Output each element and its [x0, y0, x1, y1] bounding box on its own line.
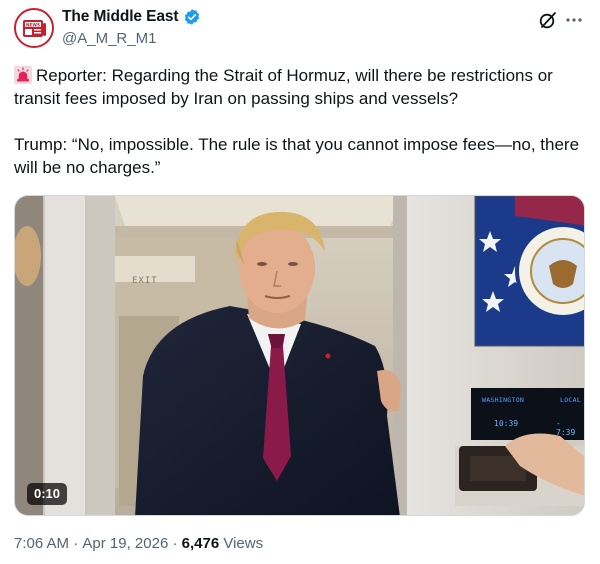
tweet-card: NEWS The Middle East @A_M_R_M1 Reporter:…: [0, 0, 600, 564]
exit-sign: EXIT: [132, 276, 158, 286]
tweet-paragraph-1: Reporter: Regarding the Strait of Hormuz…: [14, 64, 589, 110]
verified-badge-icon: [183, 8, 201, 26]
avatar-label: NEWS: [26, 22, 40, 27]
avatar[interactable]: NEWS: [14, 8, 54, 48]
clock-panel: WASHINGTON LOCAL 10:39 - 7:39: [478, 392, 584, 437]
more-icon[interactable]: [563, 9, 585, 31]
clock-left-time: 10:39: [494, 419, 519, 428]
views-label: Views: [219, 535, 264, 552]
video-duration-badge: 0:10: [27, 483, 68, 505]
display-name[interactable]: The Middle East: [62, 8, 179, 26]
clock-left-label: WASHINGTON: [482, 396, 525, 404]
tweet-meta: 7:06 AM · Apr 19, 2026 · 6,476 Views: [14, 535, 263, 552]
clock-right-time: - 7:39: [556, 419, 576, 437]
post-date[interactable]: Apr 19, 2026: [82, 535, 168, 552]
siren-icon: [14, 66, 32, 84]
handle[interactable]: @A_M_R_M1: [62, 30, 156, 47]
video-player[interactable]: EXIT WASHINGTON LOCAL 10:39 - 7:39 0:10: [14, 195, 585, 516]
clock-right-label: LOCAL: [560, 396, 582, 404]
post-time[interactable]: 7:06 AM: [14, 535, 69, 552]
tweet-paragraph-1-text: Reporter: Regarding the Strait of Hormuz…: [14, 66, 553, 108]
views-count[interactable]: 6,476: [182, 535, 220, 552]
author-name-row[interactable]: The Middle East: [62, 8, 201, 26]
grok-icon[interactable]: [537, 9, 559, 31]
meta-separator: ·: [168, 535, 182, 552]
video-frame: [15, 196, 584, 515]
tweet-text: Reporter: Regarding the Strait of Hormuz…: [14, 64, 589, 179]
news-logo-icon: NEWS: [16, 10, 52, 46]
meta-separator: ·: [69, 535, 83, 552]
tweet-paragraph-2: Trump: “No, impossible. The rule is that…: [14, 135, 580, 177]
